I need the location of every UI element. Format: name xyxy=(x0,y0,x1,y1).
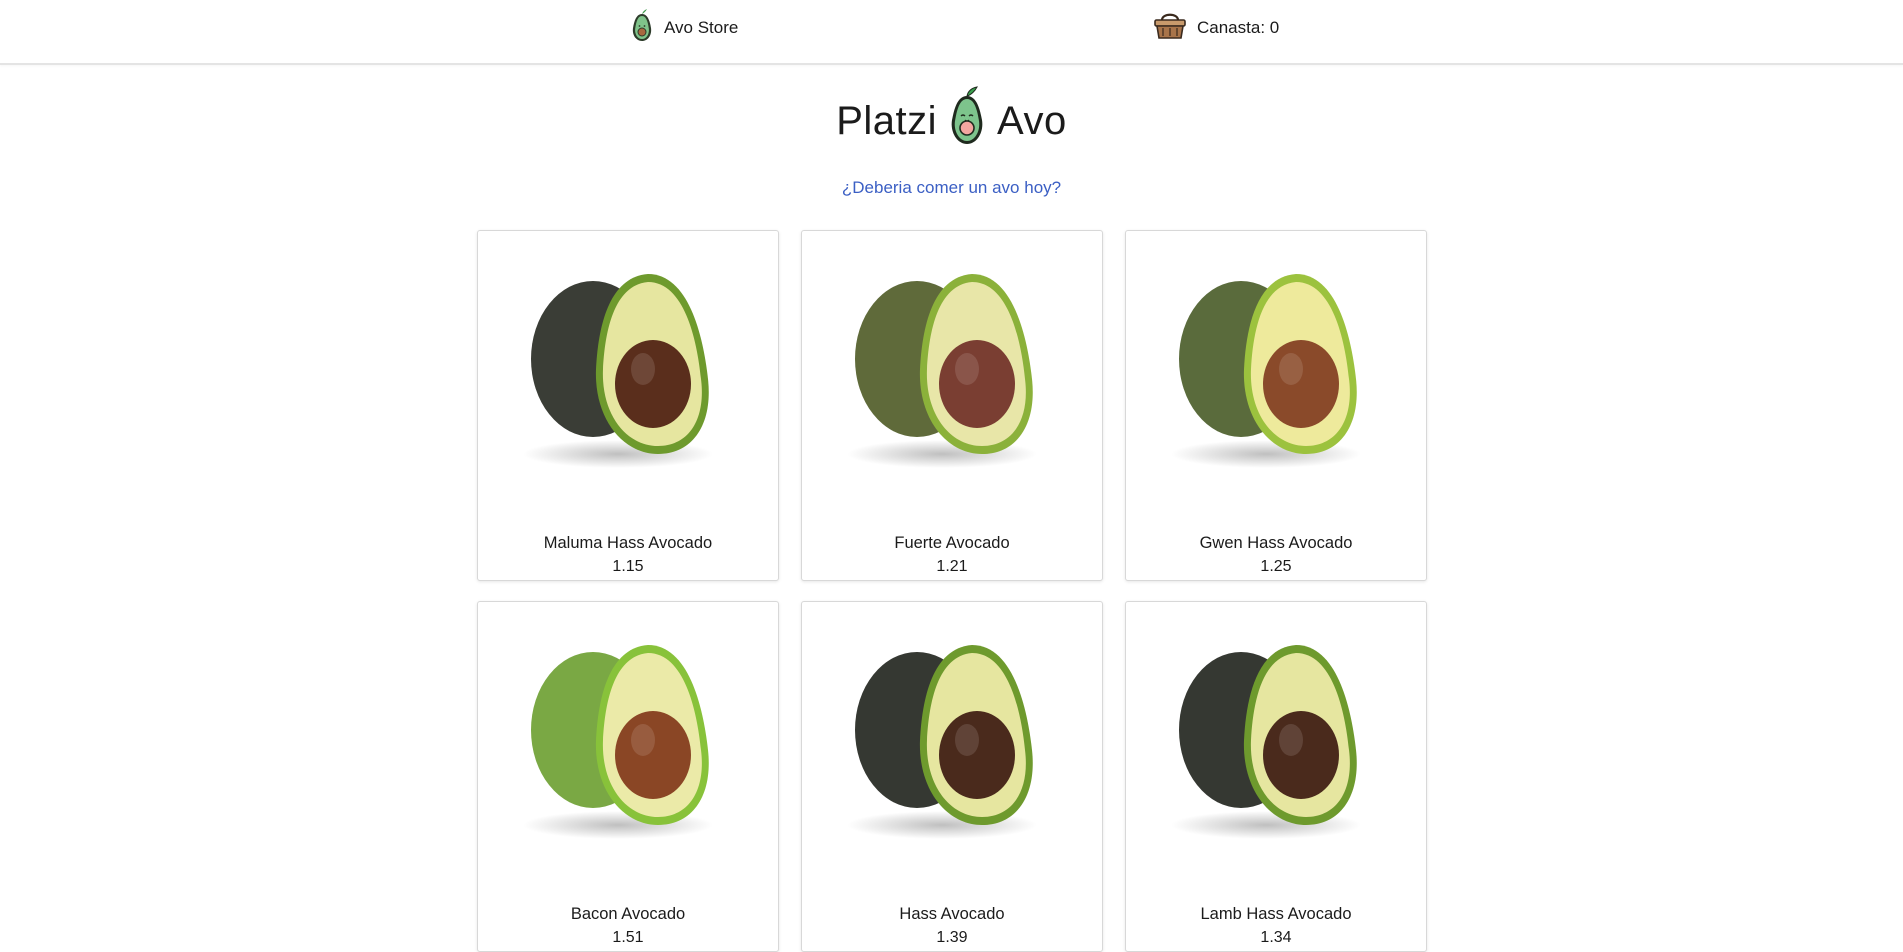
product-name: Fuerte Avocado xyxy=(894,534,1010,552)
product-price: 1.25 xyxy=(1260,558,1292,575)
product-card[interactable]: Fuerte Avocado 1.21 xyxy=(801,230,1103,581)
avocado-image xyxy=(822,620,1082,910)
title-left: Platzi xyxy=(836,98,938,143)
product-card[interactable]: Bacon Avocado 1.51 xyxy=(477,601,779,952)
product-price: 1.15 xyxy=(612,558,644,575)
avocado-logo-icon xyxy=(630,8,654,47)
product-card[interactable]: Maluma Hass Avocado 1.15 xyxy=(477,230,779,581)
avocado-image xyxy=(1146,249,1406,539)
avocado-image xyxy=(822,249,1082,539)
title-right: Avo xyxy=(997,98,1067,143)
top-navbar: Avo Store Canasta: 0 xyxy=(0,0,1903,65)
store-home-link[interactable]: Avo Store xyxy=(630,0,738,55)
product-grid: Maluma Hass Avocado 1.15 Fuerte Avocado 1.2… xyxy=(477,230,1428,952)
product-price: 1.34 xyxy=(1260,929,1292,946)
product-name: Maluma Hass Avocado xyxy=(543,534,713,552)
basket-icon xyxy=(1153,10,1187,45)
page-header: Platzi Avo xyxy=(0,86,1903,156)
basket-link[interactable]: Canasta: 0 xyxy=(1153,0,1279,55)
page-title: Platzi Avo xyxy=(836,86,1067,156)
avocado-image xyxy=(1146,620,1406,910)
avocado-mascot-icon xyxy=(947,86,987,156)
avocado-image xyxy=(498,620,758,910)
product-name: Hass Avocado xyxy=(899,905,1005,923)
product-price: 1.51 xyxy=(612,929,644,946)
store-link-label: Avo Store xyxy=(664,17,739,37)
should-i-eat-avo-link[interactable]: ¿Deberia comer un avo hoy? xyxy=(0,178,1903,198)
product-price: 1.21 xyxy=(936,558,968,575)
product-card[interactable]: Gwen Hass Avocado 1.25 xyxy=(1125,230,1427,581)
product-name: Bacon Avocado xyxy=(570,905,686,923)
product-card[interactable]: Hass Avocado 1.39 xyxy=(801,601,1103,952)
basket-count-label: Canasta: 0 xyxy=(1197,17,1280,37)
product-name: Gwen Hass Avocado xyxy=(1199,534,1353,552)
product-price: 1.39 xyxy=(936,929,968,946)
product-card[interactable]: Lamb Hass Avocado 1.34 xyxy=(1125,601,1427,952)
product-name: Lamb Hass Avocado xyxy=(1200,905,1352,923)
avocado-image xyxy=(498,249,758,539)
